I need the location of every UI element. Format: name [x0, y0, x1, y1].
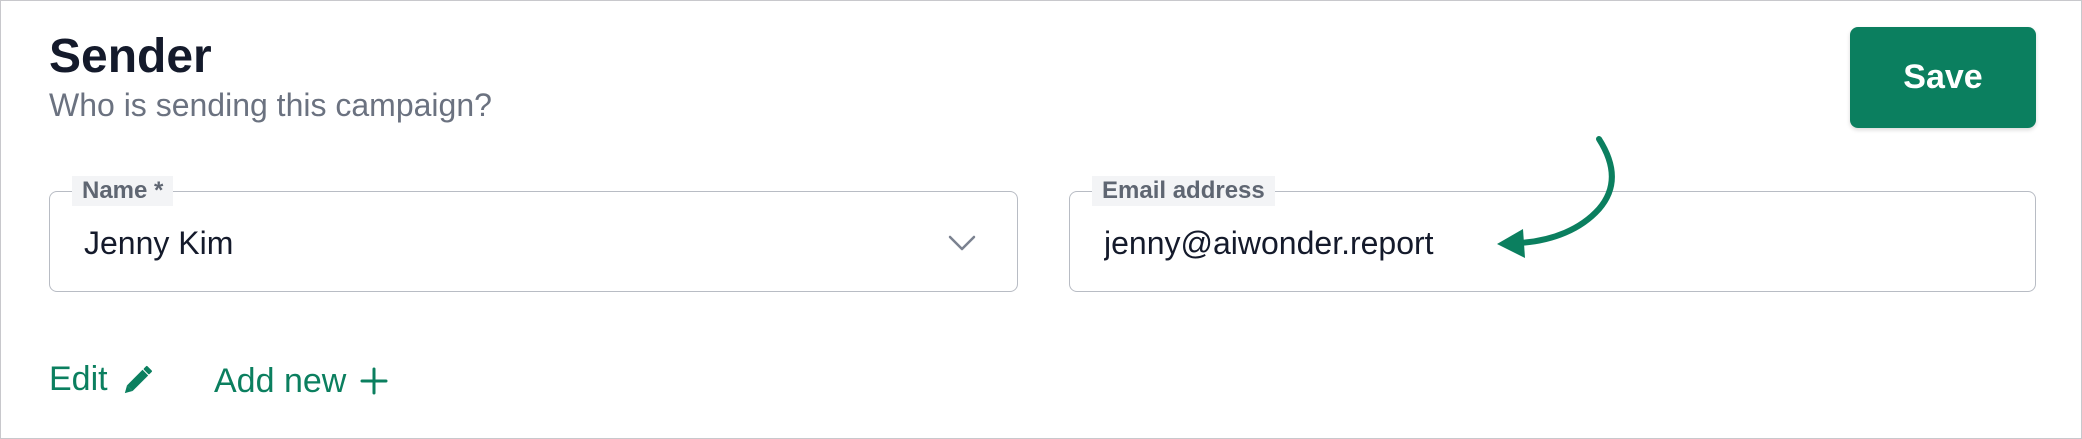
edit-link[interactable]: Edit: [49, 359, 156, 399]
name-select[interactable]: Name * Jenny Kim: [49, 176, 1018, 292]
sender-panel: Sender Who is sending this campaign? Sav…: [0, 0, 2082, 439]
pencil-icon: [124, 365, 152, 394]
email-input[interactable]: [1104, 224, 1804, 262]
save-button[interactable]: Save: [1850, 27, 2036, 128]
edit-link-label: Edit: [49, 360, 108, 398]
plus-icon: [360, 367, 388, 395]
section-title: Sender: [49, 30, 212, 83]
name-field-label: Name *: [72, 176, 174, 206]
name-field-value: Jenny Kim: [84, 225, 234, 261]
chevron-down-icon[interactable]: [947, 228, 977, 258]
email-field-label: Email address: [1092, 176, 1275, 206]
add-new-link[interactable]: Add new: [214, 361, 388, 401]
add-new-link-label: Add new: [214, 362, 347, 400]
curved-arrow-icon: [1497, 136, 1615, 258]
section-subtitle: Who is sending this campaign?: [49, 87, 492, 123]
